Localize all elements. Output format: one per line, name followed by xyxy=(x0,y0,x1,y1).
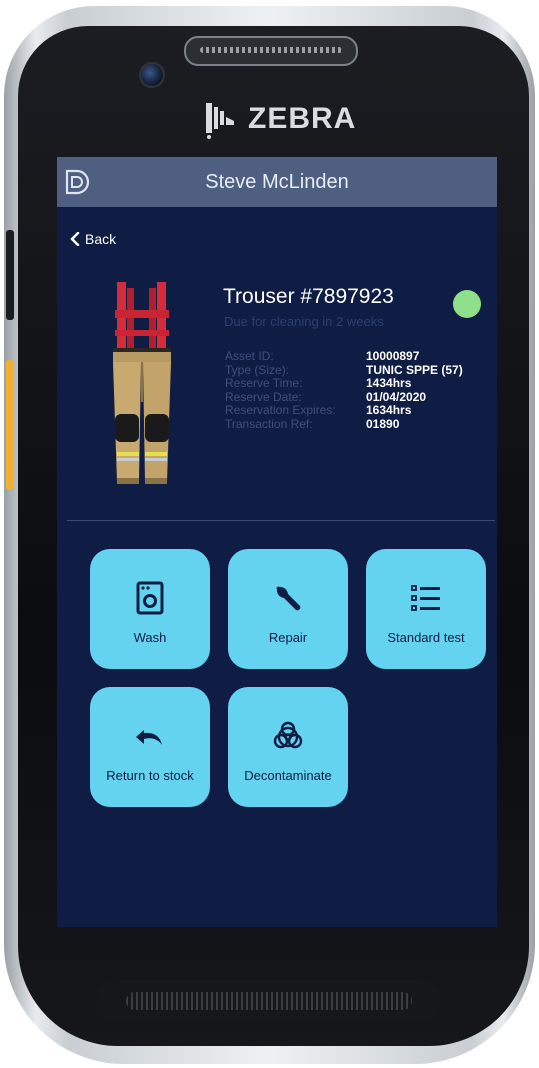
brand-name: ZEBRA xyxy=(248,102,357,135)
wrench-icon xyxy=(276,585,301,610)
biohazard-icon xyxy=(273,721,303,748)
detail-value: 01/04/2020 xyxy=(366,389,427,404)
section-divider xyxy=(67,520,495,521)
back-button[interactable]: Back xyxy=(69,231,116,247)
zebra-head-icon xyxy=(206,103,234,139)
trouser-image xyxy=(113,282,171,484)
standard-test-button[interactable]: Standard test xyxy=(366,549,486,669)
speaker-grill xyxy=(126,992,412,1010)
front-camera xyxy=(139,62,165,88)
speaker-grill xyxy=(200,47,342,53)
decontaminate-button[interactable]: Decontaminate xyxy=(228,687,348,807)
checklist-icon xyxy=(411,584,440,611)
user-name-title: Steve McLinden xyxy=(205,170,349,193)
detail-value: 1634hrs xyxy=(366,403,412,417)
side-button[interactable] xyxy=(6,230,14,320)
detail-value: TUNIC SPPE (57) xyxy=(366,362,463,377)
return-to-stock-button[interactable]: Return to stock xyxy=(90,687,210,807)
detail-value: 10000897 xyxy=(366,349,420,363)
return-to-stock-label: Return to stock xyxy=(106,767,194,783)
detail-row: Asset ID: 10000897 xyxy=(225,349,495,364)
detail-row: Reserve Time: 1434hrs xyxy=(225,376,495,391)
app-header: Steve McLinden xyxy=(57,157,497,207)
device-brand: ZEBRA xyxy=(200,98,356,140)
status-indicator xyxy=(453,290,481,318)
repair-label: Repair xyxy=(268,629,308,645)
detail-row: Transaction Ref: 01890 xyxy=(225,416,495,432)
detail-label: Type (Size): xyxy=(225,362,290,377)
washing-machine-icon xyxy=(136,581,164,614)
app-logo-icon xyxy=(65,169,90,195)
detail-label: Transaction Ref: xyxy=(225,416,313,431)
earpiece-speaker xyxy=(184,36,358,66)
wash-button[interactable]: Wash xyxy=(90,549,210,669)
detail-row: Type (Size): TUNIC SPPE (57) xyxy=(225,362,495,378)
repair-button[interactable]: Repair xyxy=(228,549,348,669)
detail-row: Reservation Expires: 1634hrs xyxy=(225,403,495,418)
detail-value: 01890 xyxy=(366,416,400,431)
detail-value: 1434hrs xyxy=(366,376,412,390)
app-screen: Steve McLinden Back Trouser #7897923 Due… xyxy=(57,157,497,927)
decontaminate-label: Decontaminate xyxy=(244,767,332,783)
detail-row: Reserve Date: 01/04/2020 xyxy=(225,389,495,405)
chevron-left-icon xyxy=(70,232,80,246)
bottom-speaker xyxy=(96,980,442,1022)
asset-due-note: Due for cleaning in 2 weeks xyxy=(224,314,384,329)
back-label: Back xyxy=(85,231,117,247)
detail-label: Reserve Time: xyxy=(225,376,303,390)
detail-label: Asset ID: xyxy=(225,349,274,363)
scan-trigger-button[interactable] xyxy=(6,360,14,490)
asset-title: Trouser #7897923 xyxy=(223,285,394,308)
detail-label: Reservation Expires: xyxy=(225,403,336,417)
wash-label: Wash xyxy=(133,629,167,645)
detail-label: Reserve Date: xyxy=(225,389,302,404)
undo-icon xyxy=(136,729,162,745)
standard-test-label: Standard test xyxy=(387,629,465,645)
asset-details: Asset ID: 10000897 Type (Size): TUNIC SP… xyxy=(225,349,495,432)
